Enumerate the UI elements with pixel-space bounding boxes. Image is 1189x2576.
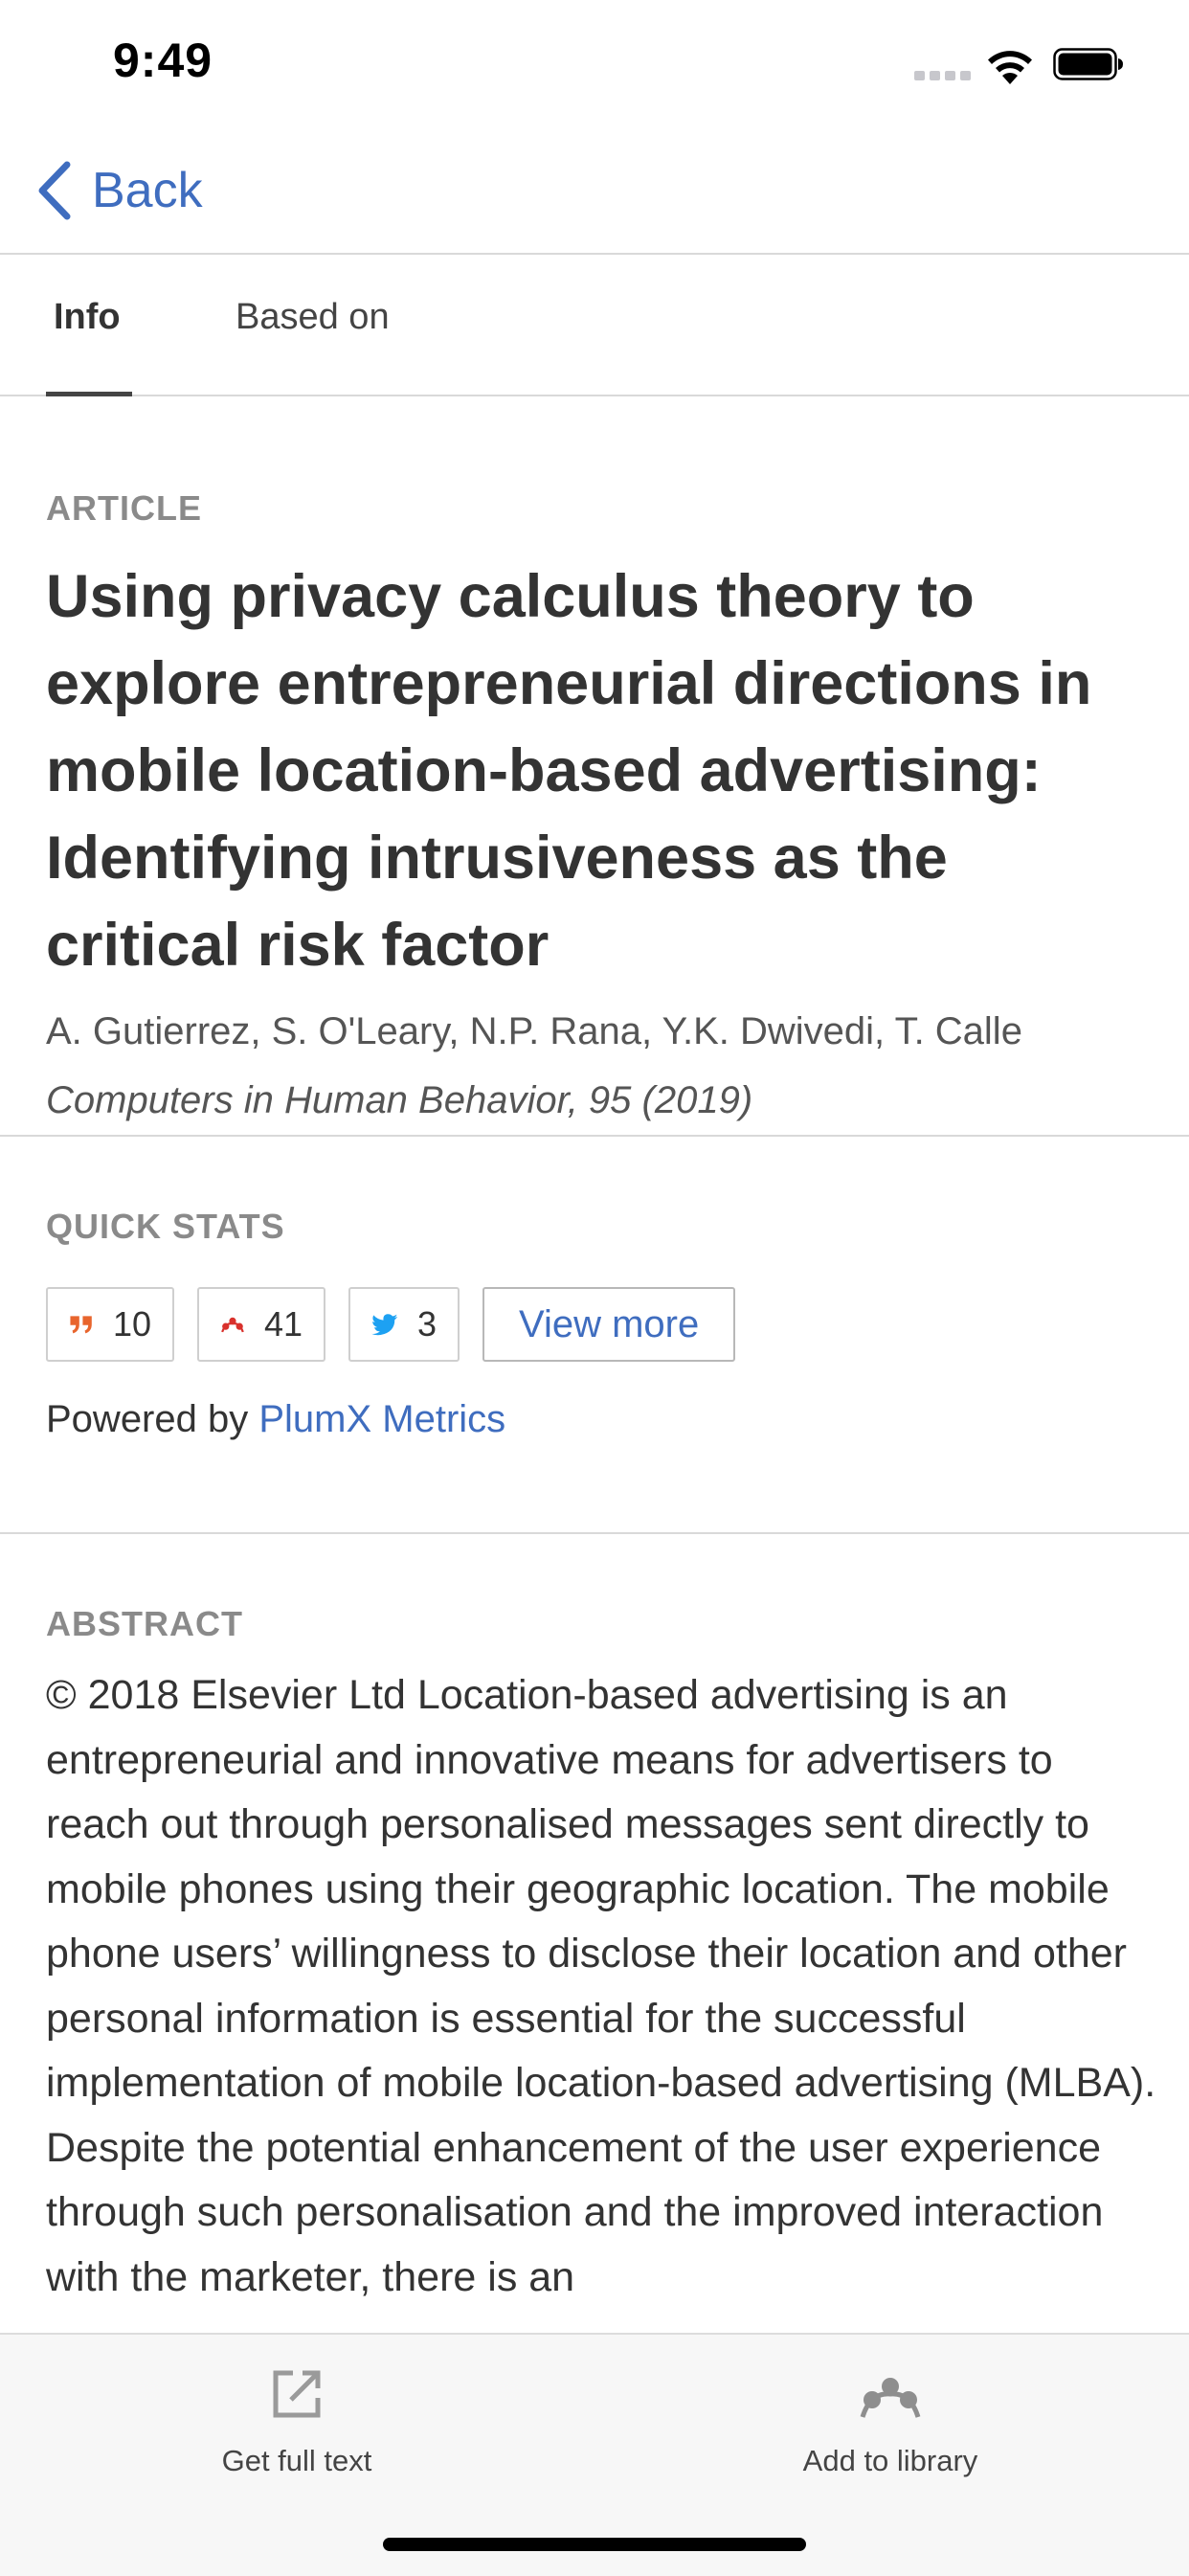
tab-info[interactable]: Info	[54, 297, 121, 338]
twitter-bird-icon	[371, 1314, 398, 1336]
back-button[interactable]: Back	[33, 157, 203, 224]
citations-stat[interactable]: 10	[46, 1287, 174, 1362]
mendeley-library-icon	[860, 2378, 921, 2418]
article-header: ARTICLE Using privacy calculus theory to…	[46, 488, 1147, 1122]
abstract-section: ABSTRACT © 2018 Elsevier Ltd Location-ba…	[46, 1604, 1156, 2310]
back-label: Back	[92, 163, 203, 218]
bottom-toolbar: Get full text Add to library	[0, 2333, 1189, 2576]
external-link-icon	[273, 2370, 321, 2418]
add-to-library-button[interactable]: Add to library	[747, 2367, 1034, 2478]
citations-count: 10	[112, 1304, 151, 1344]
abstract-text: © 2018 Elsevier Ltd Location-based adver…	[46, 1672, 1156, 2300]
selected-tab-indicator	[46, 392, 132, 396]
powered-by-prefix: Powered by	[46, 1398, 249, 1440]
tab-bar: Info Based on	[0, 255, 1189, 396]
add-to-library-label: Add to library	[802, 2444, 978, 2477]
home-indicator	[383, 2538, 806, 2551]
abstract-label: ABSTRACT	[46, 1604, 243, 1643]
status-time: 9:49	[113, 34, 213, 87]
wifi-icon	[988, 51, 1032, 84]
article-authors: A. Gutierrez, S. O'Leary, N.P. Rana, Y.K…	[46, 1010, 1022, 1052]
cellular-signal-icon	[914, 71, 972, 80]
article-title: Using privacy calculus theory to explore…	[46, 563, 1092, 979]
tweets-stat[interactable]: 3	[348, 1287, 460, 1362]
quick-stats-section: QUICK STATS 10 41 3 View more Powered by…	[46, 1207, 1147, 1441]
tweets-count: 3	[416, 1304, 437, 1344]
section-divider	[0, 1135, 1189, 1137]
readers-stat[interactable]: 41	[197, 1287, 325, 1362]
chevron-left-icon	[38, 161, 71, 220]
citation-quote-icon	[70, 1316, 92, 1334]
article-type-label: ARTICLE	[46, 488, 202, 528]
tab-based-on[interactable]: Based on	[236, 297, 390, 338]
get-full-text-button[interactable]: Get full text	[153, 2367, 440, 2478]
view-more-button[interactable]: View more	[482, 1287, 736, 1362]
quick-stats-label: QUICK STATS	[46, 1207, 285, 1246]
article-journal: Computers in Human Behavior, 95 (2019)	[46, 1079, 753, 1121]
section-divider	[0, 1532, 1189, 1534]
mendeley-readers-icon	[221, 1317, 244, 1333]
stats-row: 10 41 3 View more	[46, 1287, 1147, 1362]
powered-by: Powered by PlumX Metrics	[46, 1398, 1147, 1441]
navigation-bar: Back	[0, 126, 1189, 255]
get-full-text-label: Get full text	[221, 2444, 372, 2477]
status-bar: 9:49	[0, 0, 1189, 126]
battery-icon	[1053, 48, 1123, 80]
plumx-metrics-link[interactable]: PlumX Metrics	[258, 1398, 505, 1440]
readers-count: 41	[263, 1304, 303, 1344]
